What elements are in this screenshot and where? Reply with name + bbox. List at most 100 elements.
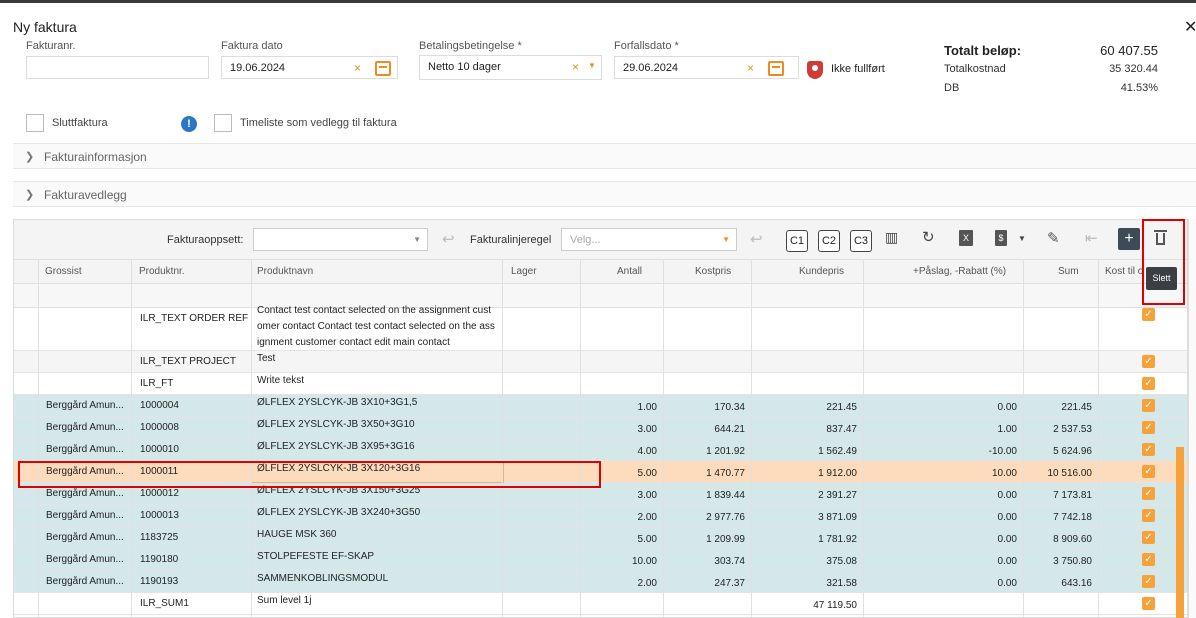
col-product-name[interactable]: Produktnavn [257,266,313,277]
cell-product-name[interactable]: omer contact Contact test contact select… [257,321,497,332]
cell-product-name[interactable]: SAMMENKOBLINGSMODUL [257,573,497,584]
cell-cost-price[interactable]: 2 977.76 [666,512,745,523]
cell-sum[interactable]: 643.16 [1026,578,1092,589]
clear-due-date-icon[interactable]: × [747,61,754,75]
cell-sum[interactable]: 221.45 [1026,402,1092,413]
col-markup[interactable]: +Påslag, -Rabatt (%) [913,266,1006,277]
cost-checkbox[interactable]: ✓ [1142,308,1155,321]
cell-grossist[interactable]: Berggård Amun... [46,554,128,565]
cell-sum[interactable]: 10 516.00 [1026,468,1093,479]
cell-grossist[interactable]: Berggård Amun... [46,532,128,543]
col-cost-to[interactable]: Kost til o [1105,266,1143,277]
cell-product-no[interactable]: 1000012 [140,488,248,499]
cell-customer-price[interactable]: 1 912.00 [754,468,857,479]
cell-quantity[interactable]: 4.00 [584,446,657,457]
refresh-icon[interactable]: ↻ [922,228,935,246]
cell-cost-price[interactable]: 170.34 [666,402,745,413]
cost-checkbox[interactable]: ✓ [1142,487,1155,500]
cell-quantity[interactable]: 3.00 [584,490,657,501]
cell-quantity[interactable]: 2.00 [584,578,657,589]
col-customer-price[interactable]: Kundepris [799,266,844,277]
cell-product-name[interactable]: ignment customer contact edit main conta… [257,337,497,348]
cell-customer-price[interactable]: 1 562.49 [754,446,857,457]
cost-checkbox[interactable]: ✓ [1142,421,1155,434]
cell-customer-price[interactable]: 47 119.50 [754,600,857,611]
col-product-no[interactable]: Produktnr. [139,266,185,277]
invoice-document-icon[interactable]: $ [995,230,1007,246]
cell-product-no[interactable]: ILR_FT [140,378,248,389]
cell-cost-price[interactable]: 303.74 [666,556,745,567]
chevron-down-icon[interactable]: ▼ [588,61,596,70]
cell-product-no[interactable]: 1000008 [140,422,248,433]
cell-product-no[interactable]: ILR_TEXT PROJECT [140,356,248,367]
cell-product-no[interactable]: 1000013 [140,510,248,521]
cell-grossist[interactable]: Berggård Amun... [46,576,128,587]
cell-cost-price[interactable]: 1 839.44 [666,490,745,501]
cost-checkbox[interactable]: ✓ [1142,531,1155,544]
cell-quantity[interactable]: 2.00 [584,512,657,523]
cell-markup[interactable]: -10.00 [866,446,1017,457]
cell-grossist[interactable]: Berggård Amun... [46,488,128,499]
cell-product-no[interactable]: ILR_TEXT ORDER REF [140,313,248,324]
setup-select[interactable]: ▼ [253,228,428,251]
calendar-icon[interactable] [375,61,391,76]
cost-checkbox[interactable]: ✓ [1142,597,1155,610]
columns-icon[interactable]: ▥ [885,229,898,246]
cell-markup[interactable]: 0.00 [866,534,1017,545]
cell-product-no[interactable]: 1000004 [140,400,248,411]
pencil-icon[interactable]: ✎ [1047,229,1060,247]
cost-checkbox[interactable]: ✓ [1142,443,1155,456]
cell-sum[interactable]: 7 173.81 [1026,490,1092,501]
cell-customer-price[interactable]: 321.58 [754,578,857,589]
cell-customer-price[interactable]: 1 781.92 [754,534,857,545]
cell-product-name[interactable]: ØLFLEX 2YSLCYK-JB 3X10+3G1,5 [257,397,497,408]
col-quantity[interactable]: Antall [617,266,642,277]
table-row[interactable]: Berggård Amun... 1000004 ØLFLEX 2YSLCYK-JB… [14,395,1187,417]
cell-product-name[interactable]: Contact test contact selected on the ass… [257,305,497,316]
col-cost-price[interactable]: Kostpris [695,266,731,277]
section-attachments[interactable]: ❯ Fakturavedlegg [13,181,1196,207]
cost-checkbox[interactable]: ✓ [1142,377,1155,390]
c1-button[interactable]: C1 [786,230,808,252]
undo-icon[interactable]: ↩ [442,230,455,248]
excel-icon[interactable]: X [959,230,973,246]
cell-cost-price[interactable]: 1 201.92 [666,446,745,457]
cell-product-no[interactable]: 1000010 [140,444,248,455]
vertical-scrollbar[interactable] [1176,447,1184,618]
cell-cost-price[interactable]: 1 470.77 [666,468,745,479]
add-row-icon[interactable]: + [1118,228,1140,250]
table-row[interactable]: Berggård Amun... 1000013 ØLFLEX 2YSLCYK-JB… [14,505,1187,527]
cost-checkbox[interactable]: ✓ [1142,575,1155,588]
table-row[interactable]: Berggård Amun... 1190193 SAMMENKOBLINGSMOD… [14,571,1187,593]
cell-markup[interactable]: 0.00 [866,556,1017,567]
cell-grossist[interactable]: Berggård Amun... [46,400,128,411]
col-sum[interactable]: Sum [1058,266,1079,277]
cell-cost-price[interactable]: 644.21 [666,424,745,435]
cell-product-name[interactable]: HAUGE MSK 360 [257,529,497,540]
cell-customer-price[interactable]: 837.47 [754,424,857,435]
cell-markup[interactable]: 0.00 [866,578,1017,589]
section-invoice-info[interactable]: ❯ Fakturainformasjon [13,143,1196,169]
cell-grossist[interactable]: Berggård Amun... [46,422,128,433]
cell-sum[interactable]: 8 909.60 [1026,534,1092,545]
cost-checkbox[interactable]: ✓ [1142,553,1155,566]
table-row[interactable]: ILR_SUM1 Sum level 1j 47 119.50 ✓ [14,593,1187,615]
cell-cost-price[interactable]: 247.37 [666,578,745,589]
cell-markup[interactable]: 10.00 [866,468,1017,479]
cell-customer-price[interactable]: 375.08 [754,556,857,567]
cell-customer-price[interactable]: 2 391.27 [754,490,857,501]
cell-sum[interactable]: 7 742.18 [1026,512,1092,523]
cell-product-name[interactable]: ØLFLEX 2YSLCYK-JB 3X50+3G10 [257,419,497,430]
chevron-down-icon[interactable]: ▼ [1018,234,1026,243]
cell-quantity[interactable]: 10.00 [584,556,657,567]
timesheet-checkbox[interactable] [214,114,232,132]
filter-row[interactable] [14,284,1187,308]
col-grossist[interactable]: Grossist [45,266,82,277]
table-row[interactable]: Berggård Amun... 1183725 HAUGE MSK 360 5.00… [14,527,1187,549]
info-icon[interactable]: ! [181,116,197,132]
cell-product-name[interactable]: Write tekst [257,375,497,386]
clear-terms-icon[interactable]: × [572,60,579,74]
cell-cost-price[interactable]: 1 209.99 [666,534,745,545]
c3-button[interactable]: C3 [850,230,872,252]
cell-product-name[interactable]: Test [257,353,497,364]
